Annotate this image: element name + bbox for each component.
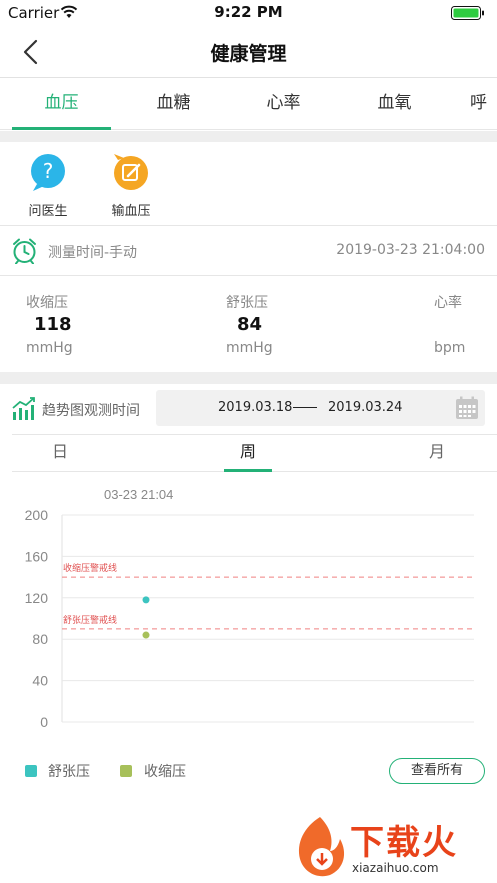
alarm-clock-icon (13, 238, 36, 264)
systolic-unit: mmHg (26, 340, 73, 356)
tab-week[interactable]: 周 (218, 435, 278, 471)
y-tick-label: 200 (25, 507, 49, 523)
readings-panel: 收缩压 118 mmHg 舒张压 84 mmHg 心率 bpm (0, 276, 497, 372)
nav-bar: 健康管理 (0, 26, 497, 78)
status-bar: Carrier 9:22 PM (0, 0, 497, 26)
question-bubble-icon: ? (31, 154, 65, 191)
y-tick-label: 160 (25, 548, 49, 564)
diastolic-legend-swatch (25, 765, 37, 777)
data-point (142, 596, 150, 604)
measurement-time-value: 2019-03-23 21:04:00 (336, 242, 485, 258)
y-tick-label: 120 (25, 590, 49, 606)
flame-logo-icon (298, 817, 345, 877)
watermark-url: xiazaihuo.com (352, 861, 439, 875)
blood-pressure-chart: 03-23 21:04 200 160 120 80 40 0 收缩压警戒线 舒张压警戒线 (0, 480, 497, 740)
reference-line-label: 舒张压警戒线 (63, 614, 117, 626)
active-period-indicator (224, 469, 272, 472)
systolic-value: 118 (34, 314, 72, 335)
systolic-label: 收缩压 (26, 295, 68, 311)
battery-icon (451, 6, 484, 20)
trend-period-label: 趋势图观测时间 (42, 403, 140, 419)
svg-text:?: ? (43, 159, 54, 183)
trend-period-row: 趋势图观测时间 2019.03.18 2019.03.24 (0, 384, 497, 434)
tab-blood-oxygen[interactable]: 血氧 (345, 78, 444, 130)
date-range-dash (293, 407, 317, 408)
end-date: 2019.03.24 (328, 400, 403, 415)
diastolic-value: 84 (237, 314, 263, 335)
y-tick-label: 0 (40, 714, 48, 730)
enter-blood-pressure-button[interactable]: 输血压 (96, 154, 166, 219)
edit-bubble-icon (114, 154, 148, 190)
heart-rate-unit: bpm (434, 340, 466, 356)
diastolic-label: 舒张压 (226, 295, 268, 311)
calendar-icon[interactable] (455, 396, 479, 420)
view-all-button[interactable]: 查看所有 (389, 758, 485, 784)
active-tab-indicator (12, 127, 111, 130)
chart-point-time-label: 03-23 21:04 (104, 487, 173, 502)
trend-chart-icon (12, 397, 35, 420)
date-range-picker[interactable]: 2019.03.18 2019.03.24 (156, 390, 485, 426)
chart-svg: 03-23 21:04 200 160 120 80 40 0 收缩压警戒线舒张压警戒线 (25, 487, 474, 730)
y-tick-label: 80 (32, 631, 48, 647)
tab-month[interactable]: 月 (407, 435, 467, 471)
systolic-legend-swatch (120, 765, 132, 777)
site-watermark: 下载火 xiazaihuo.com (290, 813, 490, 881)
measurement-time-row: 测量时间-手动 2019-03-23 21:04:00 (0, 226, 497, 276)
diastolic-unit: mmHg (226, 340, 273, 356)
y-tick-label: 40 (32, 673, 48, 689)
ask-doctor-label: 问医生 (28, 204, 68, 219)
enter-blood-pressure-label: 输血压 (111, 204, 151, 219)
tab-heart-rate[interactable]: 心率 (234, 78, 333, 130)
tab-respiration[interactable]: 呼 (470, 78, 497, 130)
category-tabs: 血压 血糖 心率 血氧 呼 (0, 78, 497, 130)
heart-rate-label: 心率 (434, 295, 462, 311)
section-divider (0, 372, 497, 384)
chart-legend: 舒张压 收缩压 查看所有 (0, 756, 497, 786)
period-tabs: 日 周 月 (12, 434, 497, 472)
tab-day[interactable]: 日 (30, 435, 90, 471)
measurement-type-label: 测量时间-手动 (48, 245, 138, 261)
section-divider (0, 131, 497, 142)
reference-line-label: 收缩压警戒线 (63, 562, 117, 574)
page-title: 健康管理 (210, 43, 287, 65)
data-point (142, 631, 150, 639)
start-date: 2019.03.18 (218, 400, 293, 415)
diastolic-legend-label: 舒张压 (48, 764, 90, 780)
quick-actions: ? 问医生 输血压 (0, 142, 497, 226)
ask-doctor-button[interactable]: ? 问医生 (13, 154, 83, 219)
watermark-title: 下载火 (350, 823, 458, 863)
tab-blood-sugar[interactable]: 血糖 (124, 78, 223, 130)
clock-time: 9:22 PM (214, 3, 283, 21)
systolic-legend-label: 收缩压 (144, 764, 186, 780)
tab-blood-pressure[interactable]: 血压 (12, 78, 111, 130)
